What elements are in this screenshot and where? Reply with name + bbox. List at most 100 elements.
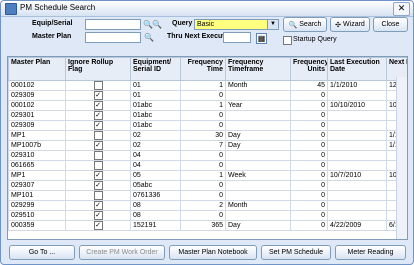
set-pm-schedule-button[interactable]: Set PM Schedule (261, 245, 331, 260)
column-header-equipment-serial-id[interactable]: Equipment/ Serial ID (130, 57, 181, 81)
table-cell-ftime: 7 (180, 140, 226, 151)
table-cell-funits: 0 (290, 130, 328, 141)
table-cell-last (327, 130, 387, 141)
table-cell-timeframe (225, 120, 291, 131)
vertical-scrollbar[interactable] (396, 77, 407, 239)
column-header-frequency-timeframe[interactable]: Frequency Timeframe (225, 57, 291, 81)
table-cell-plan: MP101 (8, 190, 66, 201)
ignore-rollup-checkbox[interactable] (93, 161, 103, 170)
table-row[interactable]: 029310 04 0 0 (8, 150, 407, 161)
search-icon[interactable]: 🔍 (152, 20, 162, 29)
wizard-button[interactable]: ✣ Wizard (330, 17, 370, 32)
table-cell-ftime: 0 (180, 180, 226, 191)
table-cell-funits: 0 (290, 110, 328, 121)
table-cell-ftime: 0 (180, 190, 226, 201)
table-cell-last: 4/22/2009 (327, 220, 387, 231)
table-cell-ftime: 0 (180, 90, 226, 101)
search-icon[interactable]: 🔍 (143, 20, 153, 29)
ignore-rollup-checkbox[interactable]: ✓ (93, 181, 103, 190)
table-cell-funits: 0 (290, 150, 328, 161)
table-row[interactable]: 000359✓152191365Day04/22/20096/12/20... (8, 220, 407, 231)
column-header-master-plan[interactable]: Master Plan (8, 57, 66, 81)
pm-schedule-search-window: PM Schedule Search ✕ Equip/Serial 🔍 🔍 Ma… (0, 0, 414, 265)
table-cell-funits: 0 (290, 220, 328, 231)
table-row[interactable]: 000102✓01abc1Year010/10/201010/10/... (8, 100, 407, 111)
ignore-rollup-flag-cell (65, 160, 131, 171)
table-row[interactable]: 000102011Month451/1/201012/3/2... (8, 80, 407, 91)
ignore-rollup-flag-cell (65, 190, 131, 201)
master-plan-field[interactable] (85, 32, 141, 43)
table-cell-equip: 01abc (130, 110, 181, 121)
table-header-row: Master Plan Ignore Rollup Flag Equipment… (8, 57, 407, 81)
column-header-frequency-units[interactable]: Frequency Units (290, 57, 328, 81)
table-cell-ftime: 1 (180, 100, 226, 111)
master-plan-notebook-button[interactable]: Master Plan Notebook (169, 245, 257, 260)
table-cell-last: 10/7/2010 (327, 170, 387, 181)
wizard-icon: ✣ (335, 21, 342, 29)
ignore-rollup-checkbox[interactable]: ✓ (93, 211, 103, 220)
table-cell-timeframe: Month (225, 80, 291, 91)
table-cell-ftime: 365 (180, 220, 226, 231)
ignore-rollup-checkbox[interactable] (93, 81, 103, 90)
table-row[interactable]: 029299 ✓ 08 2 Month 0 (8, 200, 407, 211)
table-row[interactable]: 061665 04 0 0 (8, 160, 407, 171)
column-header-ignore-rollup-flag[interactable]: Ignore Rollup Flag (65, 57, 131, 81)
table-row[interactable]: MP1007b✓027Day01/1/20... (8, 140, 407, 151)
table-cell-equip: 02 (130, 140, 181, 151)
search-icon[interactable]: 🔍 (144, 33, 154, 42)
column-header-frequency-time[interactable]: Frequency Time (180, 57, 226, 81)
table-cell-timeframe: Month (225, 200, 291, 211)
table-row[interactable]: MP10230Day01/1/20... (8, 130, 407, 141)
go-to-button[interactable]: Go To ... (9, 245, 75, 260)
ignore-rollup-checkbox[interactable]: ✓ (93, 141, 103, 150)
ignore-rollup-checkbox[interactable]: ✓ (93, 201, 103, 210)
table-cell-timeframe: Day (225, 220, 291, 231)
table-row[interactable]: MP1✓051Week010/7/201010/14/... (8, 170, 407, 181)
query-dropdown[interactable]: Basic ▼ (194, 19, 279, 30)
chevron-down-icon[interactable]: ▼ (267, 20, 278, 29)
meter-reading-button[interactable]: Meter Reading (335, 245, 406, 260)
close-window-button[interactable]: ✕ (393, 2, 410, 16)
table-cell-plan: MP1007b (8, 140, 66, 151)
ignore-rollup-checkbox[interactable] (93, 151, 103, 160)
search-button[interactable]: 🔍 Search (283, 17, 327, 32)
table-cell-timeframe (225, 190, 291, 201)
ignore-rollup-flag-cell: ✓ (65, 170, 131, 181)
table-row[interactable]: 029510 ✓ 08 0 0 (8, 210, 407, 221)
close-button[interactable]: Close (373, 17, 408, 32)
table-row[interactable]: 029309 ✓ 01 0 0 (8, 90, 407, 101)
table-cell-plan: 029299 (8, 200, 66, 211)
thru-next-execution-field[interactable] (223, 32, 251, 43)
table-cell-last (327, 150, 387, 161)
ignore-rollup-checkbox[interactable] (93, 131, 103, 140)
table-cell-equip: 08 (130, 210, 181, 221)
ignore-rollup-checkbox[interactable] (93, 191, 103, 200)
ignore-rollup-checkbox[interactable]: ✓ (93, 171, 103, 180)
ignore-rollup-checkbox[interactable]: ✓ (93, 101, 103, 110)
ignore-rollup-flag-cell (65, 130, 131, 141)
startup-query-checkbox[interactable] (283, 36, 292, 45)
table-row[interactable]: MP101 0761336 0 0 (8, 190, 407, 201)
table-cell-funits: 0 (290, 210, 328, 221)
ignore-rollup-checkbox[interactable]: ✓ (93, 221, 103, 230)
ignore-rollup-checkbox[interactable]: ✓ (93, 121, 103, 130)
calendar-icon[interactable]: ▦ (256, 33, 267, 44)
column-header-last-execution-date[interactable]: Last Execution Date (327, 57, 387, 81)
table-cell-funits: 0 (290, 190, 328, 201)
equip-serial-field[interactable] (85, 19, 141, 30)
ignore-rollup-flag-cell: ✓ (65, 200, 131, 211)
table-cell-ftime: 1 (180, 170, 226, 181)
table-cell-last: 1/1/2010 (327, 80, 387, 91)
table-cell-plan: 000102 (8, 100, 66, 111)
table-row[interactable]: 029309 ✓ 01abc 0 0 (8, 120, 407, 131)
table-cell-last (327, 160, 387, 171)
table-cell-last (327, 120, 387, 131)
table-cell-equip: 0761336 (130, 190, 181, 201)
ignore-rollup-checkbox[interactable]: ✓ (93, 91, 103, 100)
pm-schedule-table: Master Plan Ignore Rollup Flag Equipment… (7, 56, 408, 240)
table-cell-ftime: 2 (180, 200, 226, 211)
ignore-rollup-checkbox[interactable]: ✓ (93, 111, 103, 120)
table-row[interactable]: 029307 ✓ 05abc 0 0 (8, 180, 407, 191)
table-row[interactable]: 029301 ✓ 01abc 0 0 (8, 110, 407, 121)
create-pm-work-order-button[interactable]: Create PM Work Order (79, 245, 165, 260)
